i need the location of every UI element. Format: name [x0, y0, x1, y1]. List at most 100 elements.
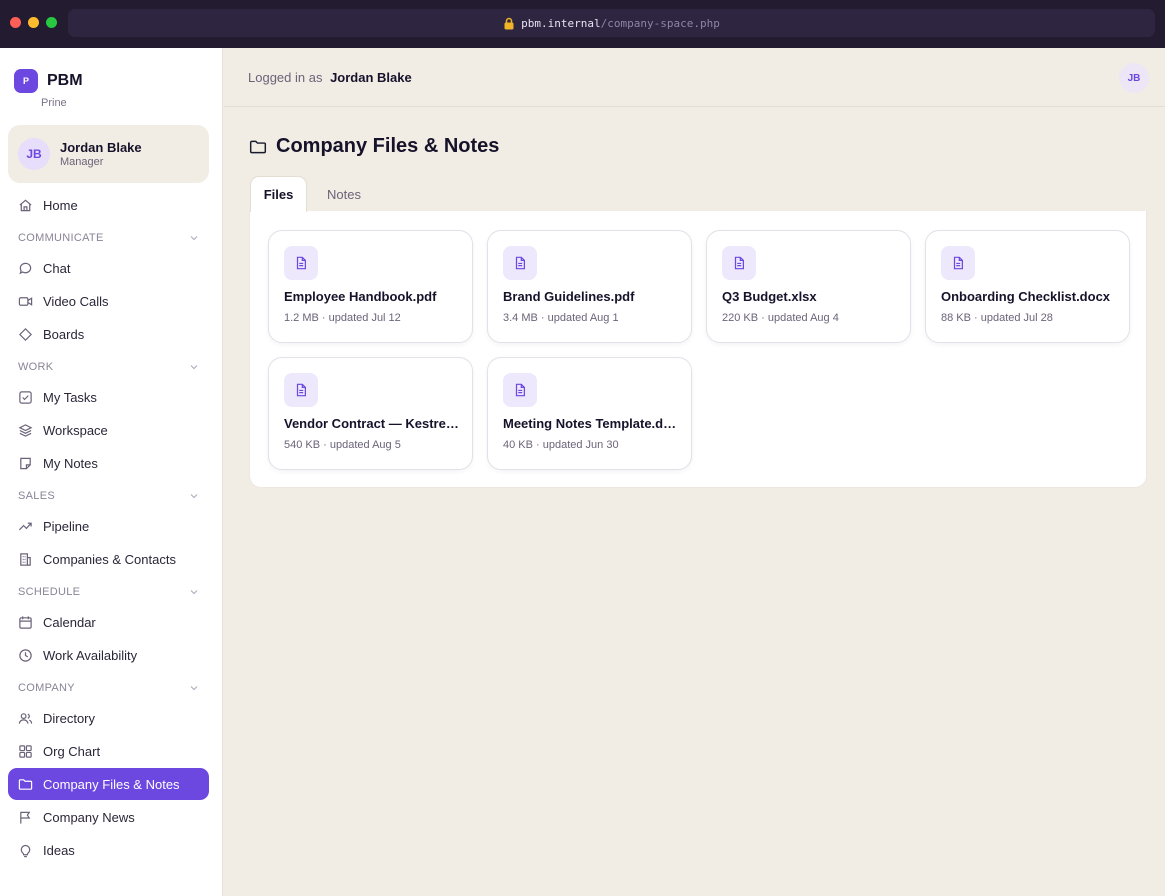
url-host: pbm.internal [521, 16, 601, 30]
sidebar-item-label: Directory [43, 710, 96, 726]
section-sales[interactable]: SALES [18, 490, 199, 502]
sidebar-item-label: Boards [43, 326, 85, 342]
brand[interactable]: P PBM [14, 69, 83, 93]
chevron-down-icon [189, 683, 199, 693]
file-meta: 88 KB · updated Jul 28 [941, 312, 1053, 324]
minimize-window-button[interactable] [28, 17, 39, 28]
document-icon [941, 246, 975, 280]
logged-in-label: Logged in as [248, 70, 323, 85]
section-label: SCHEDULE [18, 586, 81, 598]
section-schedule[interactable]: SCHEDULE [18, 586, 199, 598]
user-name: Jordan Blake [60, 140, 142, 155]
file-meta: 220 KB · updated Aug 4 [722, 312, 839, 324]
maximize-window-button[interactable] [46, 17, 57, 28]
sidebar-item-company-files-notes[interactable]: Company Files & Notes [8, 768, 209, 800]
sidebar-item-label: Chat [43, 260, 71, 276]
chevron-down-icon [189, 362, 199, 372]
sidebar-item-workspace[interactable]: Workspace [8, 414, 209, 446]
sidebar-item-label: Video Calls [43, 293, 109, 309]
calendar-icon [18, 615, 33, 630]
lightbulb-icon [18, 843, 33, 858]
chevron-down-icon [189, 491, 199, 501]
sidebar-item-chat[interactable]: Chat [8, 252, 209, 284]
brand-logo: P [14, 69, 38, 93]
sidebar-item-label: Workspace [43, 422, 108, 438]
sidebar-item-my-tasks[interactable]: My Tasks [8, 381, 209, 413]
tab-notes[interactable]: Notes [316, 176, 372, 212]
sidebar-item-ideas[interactable]: Ideas [8, 834, 209, 866]
sidebar-item-org-chart[interactable]: Org Chart [8, 735, 209, 767]
sidebar-item-company-news[interactable]: Company News [8, 801, 209, 833]
sidebar-item-label: Calendar [43, 614, 96, 630]
folder-icon [249, 138, 267, 156]
building-icon [18, 552, 33, 567]
chat-icon [18, 261, 33, 276]
file-name: Onboarding Checklist.docx [941, 289, 1111, 304]
trending-up-icon [18, 519, 33, 534]
sidebar-item-label: Company News [43, 809, 135, 825]
document-icon [503, 373, 537, 407]
video-camera-icon [18, 294, 33, 309]
file-name: Brand Guidelines.pdf [503, 289, 635, 304]
close-window-button[interactable] [10, 17, 21, 28]
sidebar-item-label: My Notes [43, 455, 98, 471]
file-card[interactable]: Meeting Notes Template.docx 40 KB · upda… [487, 357, 692, 470]
brand-subtitle: Prine [41, 97, 67, 109]
file-card[interactable]: Employee Handbook.pdf 1.2 MB · updated J… [268, 230, 473, 343]
file-meta: 1.2 MB · updated Jul 12 [284, 312, 401, 324]
sidebar: P PBM Prine JB Jordan Blake Manager Home… [0, 48, 223, 896]
user-role: Manager [60, 156, 104, 168]
document-icon [503, 246, 537, 280]
file-name: Vendor Contract — Kestrel Supply.pdf [284, 416, 462, 431]
chevron-down-icon [189, 233, 199, 243]
sidebar-item-pipeline[interactable]: Pipeline [8, 510, 209, 542]
document-icon [722, 246, 756, 280]
user-avatar-button[interactable]: JB [1119, 63, 1149, 93]
document-icon [284, 246, 318, 280]
sidebar-item-label: Org Chart [43, 743, 101, 759]
sidebar-item-companies-contacts[interactable]: Companies & Contacts [8, 543, 209, 575]
logged-in-status: Logged in as Jordan Blake [248, 70, 412, 85]
sidebar-item-calendar[interactable]: Calendar [8, 606, 209, 638]
sidebar-item-video-calls[interactable]: Video Calls [8, 285, 209, 317]
page-title: Company Files & Notes [276, 135, 500, 157]
file-card[interactable]: Q3 Budget.xlsx 220 KB · updated Aug 4 [706, 230, 911, 343]
sidebar-item-label: Work Availability [43, 647, 138, 663]
section-communicate[interactable]: COMMUNICATE [18, 232, 199, 244]
sidebar-item-label: Home [43, 197, 78, 213]
section-work[interactable]: WORK [18, 361, 199, 373]
sidebar-item-directory[interactable]: Directory [8, 702, 209, 734]
flag-icon [18, 810, 33, 825]
tab-files[interactable]: Files [250, 176, 307, 212]
files-panel: Employee Handbook.pdf 1.2 MB · updated J… [249, 211, 1147, 488]
sidebar-item-work-availability[interactable]: Work Availability [8, 639, 209, 671]
sidebar-item-label: Companies & Contacts [43, 551, 176, 567]
brand-name: PBM [47, 72, 83, 89]
sidebar-item-boards[interactable]: Boards [8, 318, 209, 350]
checkbox-icon [18, 390, 33, 405]
lock-icon [503, 17, 515, 30]
grid-icon [18, 744, 33, 759]
file-name: Employee Handbook.pdf [284, 289, 437, 304]
sidebar-item-label: My Tasks [43, 389, 97, 405]
file-card[interactable]: Onboarding Checklist.docx 88 KB · update… [925, 230, 1130, 343]
sidebar-item-my-notes[interactable]: My Notes [8, 447, 209, 479]
sidebar-item-home[interactable]: Home [8, 189, 209, 221]
file-meta: 3.4 MB · updated Aug 1 [503, 312, 619, 324]
section-label: COMMUNICATE [18, 232, 104, 244]
document-icon [284, 373, 318, 407]
file-card[interactable]: Brand Guidelines.pdf 3.4 MB · updated Au… [487, 230, 692, 343]
file-card[interactable]: Vendor Contract — Kestrel Supply.pdf 540… [268, 357, 473, 470]
section-company[interactable]: COMPANY [18, 682, 199, 694]
logged-in-user-name: Jordan Blake [330, 70, 412, 85]
sidebar-item-label: Ideas [43, 842, 75, 858]
home-icon [18, 198, 33, 213]
boards-icon [18, 327, 33, 342]
section-label: SALES [18, 490, 55, 502]
topbar: Logged in as Jordan Blake JB [224, 48, 1165, 107]
address-bar[interactable]: pbm.internal/company-space.php [68, 9, 1155, 37]
file-meta: 540 KB · updated Aug 5 [284, 439, 401, 451]
user-card[interactable]: JB Jordan Blake Manager [8, 125, 209, 183]
section-label: WORK [18, 361, 54, 373]
clock-icon [18, 648, 33, 663]
